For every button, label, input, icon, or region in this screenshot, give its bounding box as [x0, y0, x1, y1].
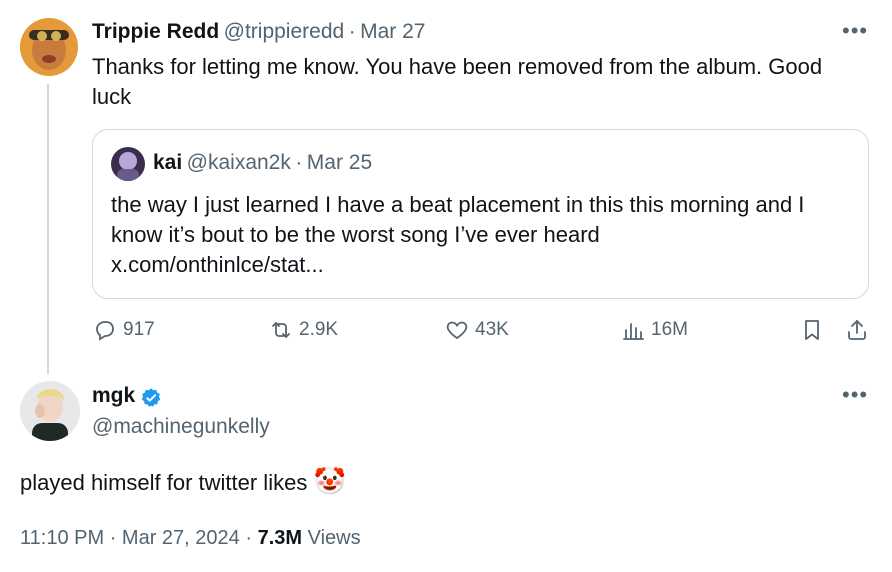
- dot-separator: ·: [348, 20, 356, 43]
- avatar-trippieredd[interactable]: [20, 18, 78, 76]
- bookmark-icon: [805, 320, 819, 340]
- quote-text-line: know it’s bout to be the worst song I’ve…: [111, 222, 600, 247]
- avatar-mgk[interactable]: [20, 381, 80, 441]
- bookmark-button[interactable]: [800, 318, 824, 347]
- repost-icon: [272, 322, 290, 338]
- tweet-text: Thanks for letting me know. You have bee…: [92, 52, 872, 112]
- views-count: 16M: [651, 319, 688, 340]
- clown-emoji-icon: 🤡: [313, 466, 346, 496]
- reply-time[interactable]: 11:10 PM: [20, 527, 104, 549]
- thread-connector-line: [47, 84, 49, 374]
- quoted-tweet-card[interactable]: kai @kaixan2k · Mar 25 the way I just le…: [92, 129, 869, 299]
- verified-badge-icon: [141, 388, 160, 407]
- reply-count: 917: [123, 319, 155, 340]
- reply-text: played himself for twitter likes 🤡: [20, 466, 346, 498]
- dot-separator: ·: [295, 151, 303, 174]
- like-button[interactable]: 43K: [445, 318, 509, 342]
- tweet-text-line: luck: [92, 84, 132, 109]
- quote-text: the way I just learned I have a beat pla…: [111, 190, 861, 280]
- like-count: 43K: [475, 319, 509, 340]
- tweet-date[interactable]: Mar 27: [360, 20, 425, 43]
- reply-author-name[interactable]: mgk: [92, 384, 135, 407]
- author-handle[interactable]: @trippieredd: [224, 20, 345, 43]
- tweet-text-line: Thanks for letting me know. You have bee…: [92, 54, 823, 79]
- reply-author-handle[interactable]: @machinegunkelly: [92, 415, 270, 439]
- quote-link[interactable]: x.com/onthinlce/stat...: [111, 250, 861, 280]
- views-button[interactable]: 16M: [621, 318, 688, 342]
- author-name[interactable]: Trippie Redd: [92, 20, 219, 43]
- quote-text-line: the way I just learned I have a beat pla…: [111, 192, 805, 217]
- quote-author-name: kai: [153, 151, 183, 174]
- more-options-icon[interactable]: •••: [842, 382, 868, 408]
- reply-icon: [96, 321, 114, 341]
- reply-date[interactable]: Mar 27, 2024: [122, 527, 240, 549]
- avatar-kai: [111, 147, 145, 181]
- dot-separator: ·: [245, 527, 253, 549]
- views-chart-icon: [623, 323, 644, 340]
- views-total: 7.3M: [257, 527, 303, 549]
- views-label: Views: [307, 527, 361, 549]
- repost-count: 2.9K: [299, 319, 339, 340]
- quote-author-handle: @kaixan2k: [186, 151, 291, 174]
- reply-button[interactable]: 917: [93, 318, 155, 342]
- dot-separator: ·: [109, 527, 117, 549]
- quote-date: Mar 25: [306, 151, 373, 174]
- share-button[interactable]: [845, 318, 869, 347]
- reply-text-content: played himself for twitter likes: [20, 470, 308, 495]
- more-options-icon[interactable]: •••: [842, 18, 868, 44]
- repost-button[interactable]: 2.9K: [269, 318, 338, 342]
- share-icon: [848, 320, 866, 340]
- heart-icon: [446, 321, 468, 340]
